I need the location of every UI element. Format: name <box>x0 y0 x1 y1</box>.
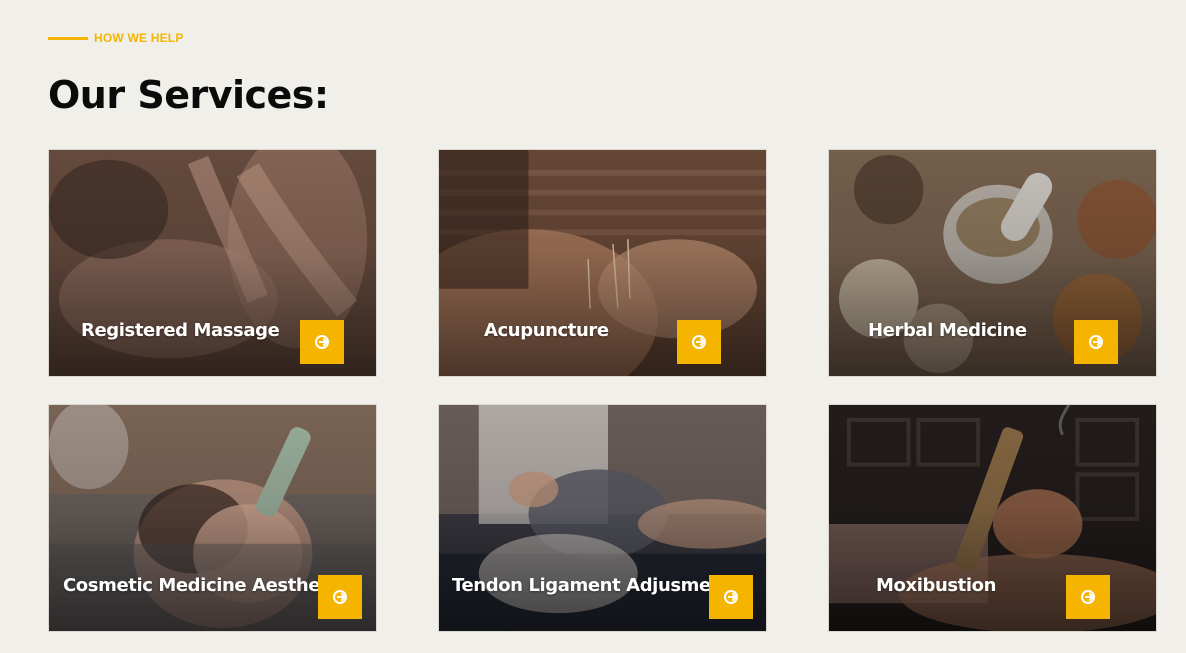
arrow-circle-right-icon <box>692 335 706 349</box>
service-card-acupuncture[interactable]: Acupuncture <box>438 149 767 377</box>
service-card-cosmetic-medicine[interactable]: Cosmetic Medicine Aesthetic <box>48 404 377 632</box>
section-eyebrow: HOW WE HELP <box>48 31 184 45</box>
arrow-circle-right-icon <box>333 590 347 604</box>
service-card-registered-massage[interactable]: Registered Massage <box>48 149 377 377</box>
service-card-herbal-medicine[interactable]: Herbal Medicine <box>828 149 1157 377</box>
service-link-button[interactable] <box>1066 575 1110 619</box>
section-title: Our Services: <box>48 73 329 117</box>
service-title[interactable]: Moxibustion <box>876 575 996 596</box>
eyebrow-text: HOW WE HELP <box>94 31 184 45</box>
service-title[interactable]: Herbal Medicine <box>868 320 1027 341</box>
service-card-moxibustion[interactable]: Moxibustion <box>828 404 1157 632</box>
service-link-button[interactable] <box>300 320 344 364</box>
service-link-button[interactable] <box>318 575 362 619</box>
service-link-button[interactable] <box>709 575 753 619</box>
arrow-circle-right-icon <box>315 335 329 349</box>
service-title[interactable]: Tendon Ligament Adjusment <box>452 575 732 596</box>
services-grid: Registered Massage Acupuncture Herbal Me… <box>48 149 1158 633</box>
service-title[interactable]: Registered Massage <box>81 320 280 341</box>
arrow-circle-right-icon <box>1089 335 1103 349</box>
service-title[interactable]: Acupuncture <box>484 320 609 341</box>
service-link-button[interactable] <box>677 320 721 364</box>
arrow-circle-right-icon <box>1081 590 1095 604</box>
service-link-button[interactable] <box>1074 320 1118 364</box>
arrow-circle-right-icon <box>724 590 738 604</box>
service-title[interactable]: Cosmetic Medicine Aesthetic <box>63 575 345 596</box>
eyebrow-divider <box>48 36 88 40</box>
services-section: HOW WE HELP Our Services: Registered Mas… <box>0 0 1186 653</box>
service-card-tendon-ligament[interactable]: Tendon Ligament Adjusment <box>438 404 767 632</box>
